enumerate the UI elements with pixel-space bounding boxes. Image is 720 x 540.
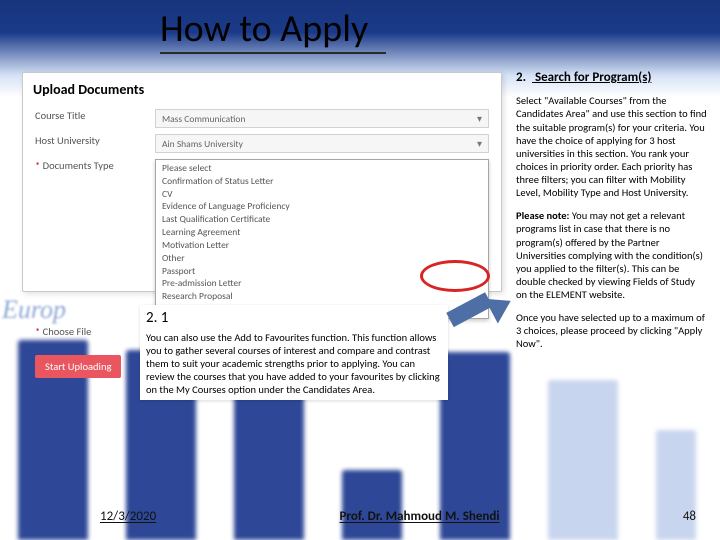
row-course-title: Course Title Mass Communication ▾ [23,106,501,131]
label-choose-file: Choose File [35,325,155,338]
instructions-paragraph-3: Once you have selected up to a maximum o… [516,311,708,350]
dropdown-documents-type[interactable]: Please select Confirmation of Status Let… [155,159,489,319]
footer-date: 12/3/2020 [100,509,156,524]
label-documents-type: Documents Type [35,159,155,172]
dropdown-option[interactable]: CV [160,188,484,201]
arrow-icon [450,298,510,338]
substep-body: You can also use the Add to Favourites f… [146,331,442,397]
start-uploading-button[interactable]: Start Uploading [35,355,121,378]
note-body: You may not get a relevant programs list… [516,209,703,301]
instructions-heading: 2. Search for Program(s) [516,70,708,86]
dropdown-option[interactable]: Please select [160,162,484,175]
dropdown-option[interactable]: Evidence of Language Proficiency [160,200,484,213]
substep-heading: 2. 1 [146,309,442,328]
footer-author: Prof. Dr. Mahmoud M. Shendi [339,509,499,524]
dropdown-option[interactable]: Learning Agreement [160,226,484,239]
panel-header: Upload Documents [23,73,501,106]
step-number: 2. [516,70,532,86]
footer: 12/3/2020 Prof. Dr. Mahmoud M. Shendi 48 [0,509,720,524]
dropdown-option[interactable]: Confirmation of Status Letter [160,175,484,188]
step-title: Search for Program(s) [535,70,652,85]
title-underline [160,52,386,54]
field-host-university[interactable]: Ain Shams University ▾ [155,134,489,153]
footer-page-number: 48 [683,509,696,524]
chevron-down-icon: ▾ [477,112,482,125]
dropdown-option[interactable]: Research Proposal [160,290,484,303]
highlight-circle [420,260,490,292]
instructions-panel: 2. Search for Program(s) Select "Availab… [516,70,708,361]
instructions-note: Please note: You may not get a relevant … [516,209,708,301]
dropdown-option[interactable]: Motivation Letter [160,239,484,252]
value-course-title: Mass Communication [162,113,245,125]
note-label: Please note: [516,209,569,222]
slide-title: How to Apply [160,6,368,52]
instructions-paragraph-1: Select "Available Courses" from the Cand… [516,94,708,199]
field-course-title[interactable]: Mass Communication ▾ [155,109,489,128]
row-documents-type: Documents Type Please select Confirmatio… [23,156,501,322]
slide: Europ How to Apply Upload Documents Cour… [0,0,720,540]
value-host-university: Ain Shams University [162,138,243,150]
chevron-down-icon: ▾ [477,137,482,150]
label-host-university: Host University [35,134,155,147]
upload-documents-panel: Upload Documents Course Title Mass Commu… [22,72,502,292]
row-host-university: Host University Ain Shams University ▾ [23,131,501,156]
label-course-title: Course Title [35,109,155,122]
dropdown-option[interactable]: Last Qualification Certificate [160,213,484,226]
substep-box: 2. 1 You can also use the Add to Favouri… [140,305,448,400]
